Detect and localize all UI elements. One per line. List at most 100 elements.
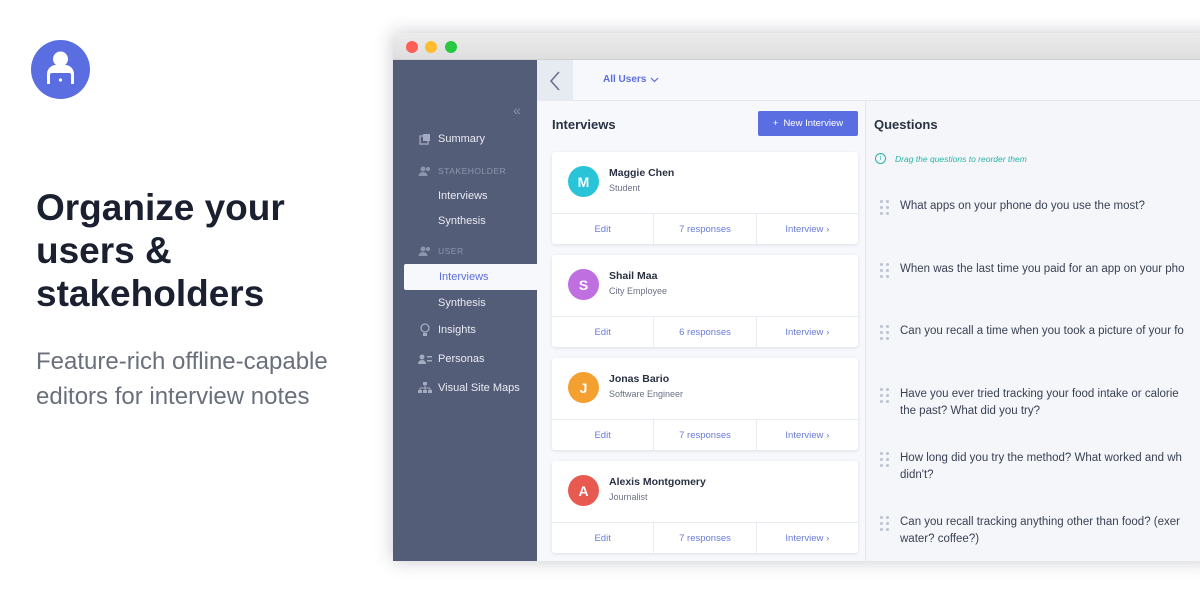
interview-card: J Jonas Bario Software Engineer Edit 7 r… <box>552 358 858 450</box>
edit-button[interactable]: Edit <box>552 317 653 347</box>
chevron-down-icon <box>650 77 659 82</box>
responses-link[interactable]: 7 responses <box>653 214 755 244</box>
question-item[interactable]: When was the last time you paid for an a… <box>880 261 1200 278</box>
sidebar-item-summary[interactable]: Summary <box>393 126 537 152</box>
question-item[interactable]: Can you recall tracking anything other t… <box>880 514 1200 545</box>
sidebar-item-insights[interactable]: Insights <box>393 317 537 343</box>
sidebar-item-user-synthesis[interactable]: Synthesis <box>393 290 537 316</box>
collapse-sidebar-icon[interactable]: « <box>513 102 521 118</box>
new-interview-button[interactable]: + New Interview <box>758 111 858 136</box>
interview-card: M Maggie Chen Student Edit 7 responses I… <box>552 152 858 244</box>
sidebar-section-label: STAKEHOLDER <box>438 166 507 176</box>
question-text: Have you ever tried tracking your food i… <box>900 388 1179 417</box>
interview-link-label: Interview <box>785 429 824 441</box>
questions-panel: Questions i Drag the questions to reorde… <box>866 101 1200 561</box>
interview-link[interactable]: Interview › <box>755 317 858 347</box>
user-filter-dropdown[interactable]: All Users <box>603 74 659 85</box>
sidebar-item-visual-site-maps[interactable]: Visual Site Maps <box>393 375 537 401</box>
interviewee-role: City Employee <box>609 286 668 296</box>
question-text: What apps on your phone do you use the m… <box>900 200 1145 212</box>
question-item[interactable]: How long did you try the method? What wo… <box>880 450 1200 481</box>
personas-icon <box>418 352 432 366</box>
question-text: When was the last time you paid for an a… <box>900 263 1185 275</box>
question-text: Can you recall a time when you took a pi… <box>900 325 1184 337</box>
window-titlebar <box>393 33 1200 60</box>
sidebar-item-stakeholder-interviews[interactable]: Interviews <box>393 183 537 209</box>
app-window: « Summary STAKEHOLDER Interviews Synthes… <box>393 33 1200 561</box>
edit-button[interactable]: Edit <box>552 523 653 553</box>
chevron-right-icon: › <box>826 429 830 441</box>
interviews-panel: Interviews + New Interview M Maggie Chen… <box>537 101 866 561</box>
app-logo <box>31 40 90 99</box>
interview-link[interactable]: Interview › <box>755 420 858 450</box>
sidebar: « Summary STAKEHOLDER Interviews Synthes… <box>393 60 537 561</box>
users-icon <box>418 244 432 258</box>
interview-card: A Alexis Montgomery Journalist Edit 7 re… <box>552 461 858 553</box>
question-text: Can you recall tracking anything other t… <box>900 516 1180 545</box>
edit-button[interactable]: Edit <box>552 420 653 450</box>
sidebar-item-label: Synthesis <box>438 297 486 309</box>
chevron-right-icon: › <box>826 326 830 338</box>
avatar: S <box>568 269 599 300</box>
sidebar-item-label: Visual Site Maps <box>438 382 520 394</box>
sidebar-section-stakeholder: STAKEHOLDER <box>393 158 537 184</box>
interviewee-name: Jonas Bario <box>609 373 670 385</box>
drag-handle-icon[interactable] <box>880 263 892 278</box>
sidebar-item-user-interviews[interactable]: Interviews <box>404 264 537 290</box>
avatar: A <box>568 475 599 506</box>
top-bar: All Users <box>537 60 1200 101</box>
drag-handle-icon[interactable] <box>880 388 892 403</box>
drag-handle-icon[interactable] <box>880 325 892 340</box>
chevron-left-icon <box>549 70 560 91</box>
avatar: J <box>568 372 599 403</box>
drag-handle-icon[interactable] <box>880 452 892 467</box>
edit-button[interactable]: Edit <box>552 214 653 244</box>
interviewee-name: Shail Maa <box>609 270 658 282</box>
promo-headline: Organize your users & stakeholders <box>36 187 285 314</box>
back-button[interactable] <box>537 60 573 101</box>
sidebar-section-label: USER <box>438 246 464 256</box>
responses-link[interactable]: 7 responses <box>653 420 755 450</box>
question-text: How long did you try the method? What wo… <box>900 452 1182 481</box>
chevron-right-icon: › <box>826 532 830 544</box>
sitemap-icon <box>418 381 432 395</box>
user-filter-label: All Users <box>603 74 647 85</box>
chevron-right-icon: › <box>826 223 830 235</box>
minimize-window-button[interactable] <box>425 41 437 53</box>
interviewee-name: Maggie Chen <box>609 167 675 179</box>
drag-handle-icon[interactable] <box>880 516 892 531</box>
question-item[interactable]: Can you recall a time when you took a pi… <box>880 323 1200 340</box>
user-laptop-icon <box>47 51 74 87</box>
interview-link[interactable]: Interview › <box>755 214 858 244</box>
interviewee-role: Student <box>609 183 641 193</box>
interviews-title: Interviews <box>552 117 616 132</box>
sidebar-item-label: Personas <box>438 353 485 365</box>
question-item[interactable]: Have you ever tried tracking your food i… <box>880 386 1200 417</box>
interview-card: S Shail Maa City Employee Edit 6 respons… <box>552 255 858 347</box>
sidebar-section-user: USER <box>393 238 537 264</box>
interview-link-label: Interview <box>785 326 824 338</box>
drag-handle-icon[interactable] <box>880 200 892 215</box>
users-icon <box>418 164 432 178</box>
interviewee-role: Software Engineer <box>609 389 684 399</box>
interviewee-role: Journalist <box>609 492 648 502</box>
close-window-button[interactable] <box>406 41 418 53</box>
summary-icon <box>418 132 432 146</box>
plus-icon: + <box>772 118 779 129</box>
new-interview-label: New Interview <box>783 118 844 129</box>
avatar: M <box>568 166 599 197</box>
interview-link-label: Interview <box>785 532 824 544</box>
responses-link[interactable]: 7 responses <box>653 523 755 553</box>
interviewee-name: Alexis Montgomery <box>609 476 706 488</box>
sidebar-item-label: Interviews <box>439 271 489 283</box>
sidebar-item-personas[interactable]: Personas <box>393 346 537 372</box>
reorder-hint: i Drag the questions to reorder them <box>875 153 1027 164</box>
sidebar-item-label: Interviews <box>438 190 488 202</box>
maximize-window-button[interactable] <box>445 41 457 53</box>
interview-link[interactable]: Interview › <box>755 523 858 553</box>
question-item[interactable]: What apps on your phone do you use the m… <box>880 198 1200 215</box>
sidebar-item-stakeholder-synthesis[interactable]: Synthesis <box>393 208 537 234</box>
sidebar-item-label: Synthesis <box>438 215 486 227</box>
responses-link[interactable]: 6 responses <box>653 317 755 347</box>
promo-subline: Feature-rich offline-capable editors for… <box>36 348 328 410</box>
